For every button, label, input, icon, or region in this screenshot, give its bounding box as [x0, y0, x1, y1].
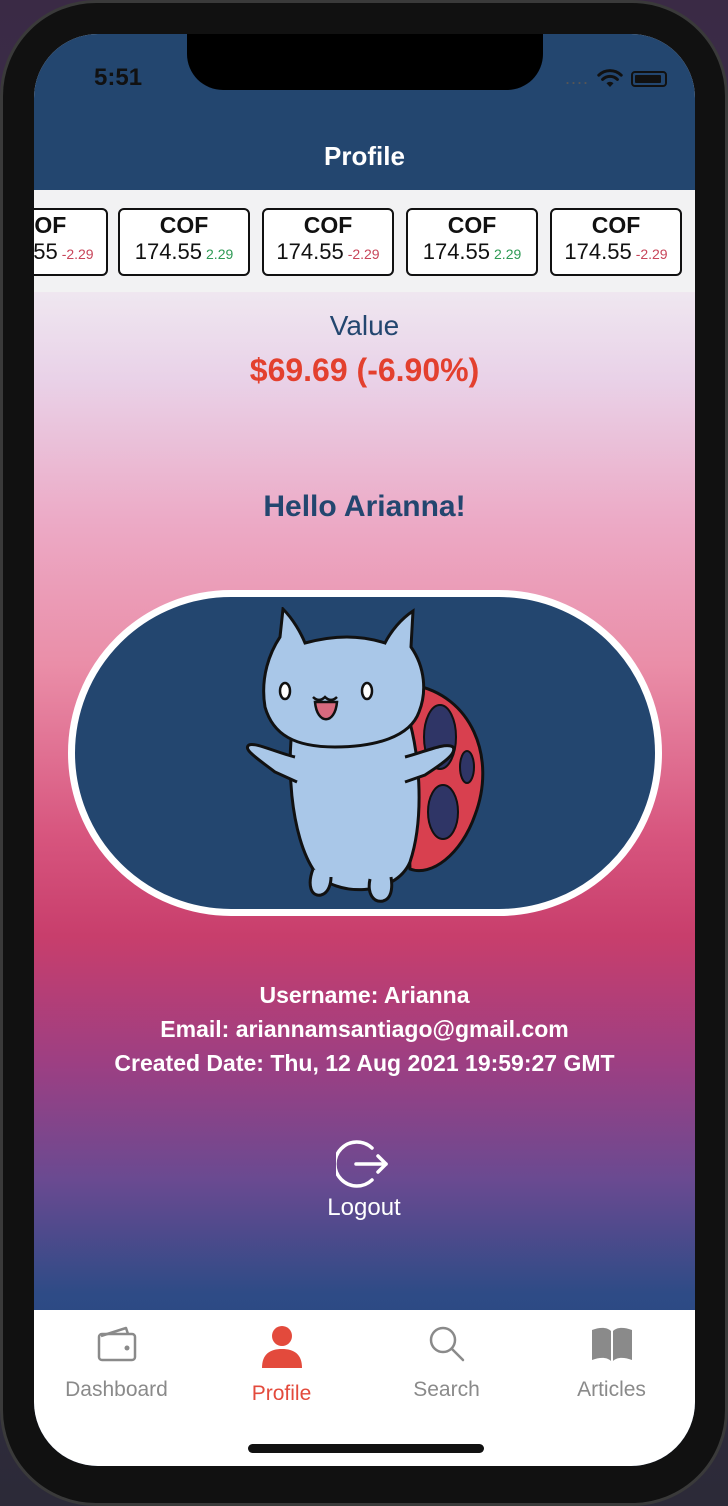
avatar — [68, 590, 662, 916]
logout-button[interactable]: Logout — [314, 1138, 414, 1222]
ticker-symbol: COF — [591, 212, 641, 238]
ticker-symbol: COF — [447, 212, 497, 238]
logout-label: Logout — [327, 1194, 401, 1221]
created-date-line: Created Date: Thu, 12 Aug 2021 19:59:27 … — [114, 1050, 615, 1076]
ticker-change: -2.29 — [61, 246, 94, 262]
ticker-price: 174.55 — [34, 239, 58, 264]
ticker-change: 2.29 — [494, 246, 522, 262]
tab-bar: Dashboard Profile Search Articles — [34, 1310, 695, 1466]
ticker-change: 2.29 — [206, 246, 234, 262]
ticker-price: 174.55 — [276, 239, 344, 264]
tab-label: Articles — [577, 1378, 646, 1401]
ticker-change: -2.29 — [347, 246, 380, 262]
ticker-symbol: COF — [303, 212, 353, 238]
app-screen: 5:51 .... Profile COF 174.55-2.29 COF 17… — [34, 34, 695, 1466]
tab-search[interactable]: Search — [364, 1310, 529, 1466]
book-icon — [591, 1327, 632, 1361]
ticker-card[interactable]: COF 174.55 2.29 — [406, 208, 538, 276]
ticker-card[interactable]: COF 174.55-2.29 — [34, 208, 108, 276]
signal-dots: .... — [564, 68, 589, 88]
portfolio-value-label: Value — [329, 310, 400, 341]
wallet-icon — [97, 1326, 136, 1362]
ticker-card[interactable]: COF 174.55 2.29 — [118, 208, 250, 276]
tab-label: Profile — [251, 1382, 312, 1405]
greeting-text: Hello Arianna! — [263, 490, 466, 523]
tab-articles[interactable]: Articles — [529, 1310, 694, 1466]
catbug-avatar-image — [246, 607, 485, 903]
home-indicator[interactable] — [248, 1444, 484, 1453]
nav-header: Profile — [34, 122, 695, 190]
status-time: 5:51 — [94, 64, 143, 91]
ticker-card[interactable]: COF 174.55-2.29 — [550, 208, 682, 276]
logout-icon — [336, 1140, 388, 1188]
status-indicators: .... — [565, 68, 667, 89]
tab-dashboard[interactable]: Dashboard — [34, 1310, 199, 1466]
person-icon — [261, 1326, 302, 1368]
page-title: Profile — [324, 140, 405, 171]
stock-ticker[interactable]: COF 174.55-2.29 COF 174.552.29 COF 174.5… — [34, 190, 695, 292]
tab-profile[interactable]: Profile — [199, 1310, 364, 1466]
ticker-change: -2.29 — [635, 246, 668, 262]
battery-icon — [631, 70, 667, 87]
user-info: Username: Arianna Email: ariannamsantiag… — [34, 978, 695, 1080]
portfolio-value-amount: $69.69 (-6.90%) — [249, 352, 480, 388]
email-line: Email: ariannamsantiago@gmail.com — [160, 1016, 569, 1042]
notch — [187, 34, 543, 90]
ticker-price: 174.55 — [422, 239, 491, 264]
wifi-icon — [597, 68, 623, 87]
ticker-price: 174.55 — [564, 239, 632, 264]
ticker-symbol: COF — [159, 212, 209, 238]
tab-label: Dashboard — [65, 1378, 168, 1401]
ticker-symbol: COF — [34, 212, 67, 238]
username-line: Username: Arianna — [259, 982, 470, 1008]
ticker-price: 174.55 — [134, 239, 203, 264]
search-icon — [429, 1326, 464, 1362]
ticker-card[interactable]: COF 174.55-2.29 — [262, 208, 394, 276]
tab-label: Search — [413, 1378, 480, 1401]
status-bar: 5:51 .... — [34, 34, 695, 134]
